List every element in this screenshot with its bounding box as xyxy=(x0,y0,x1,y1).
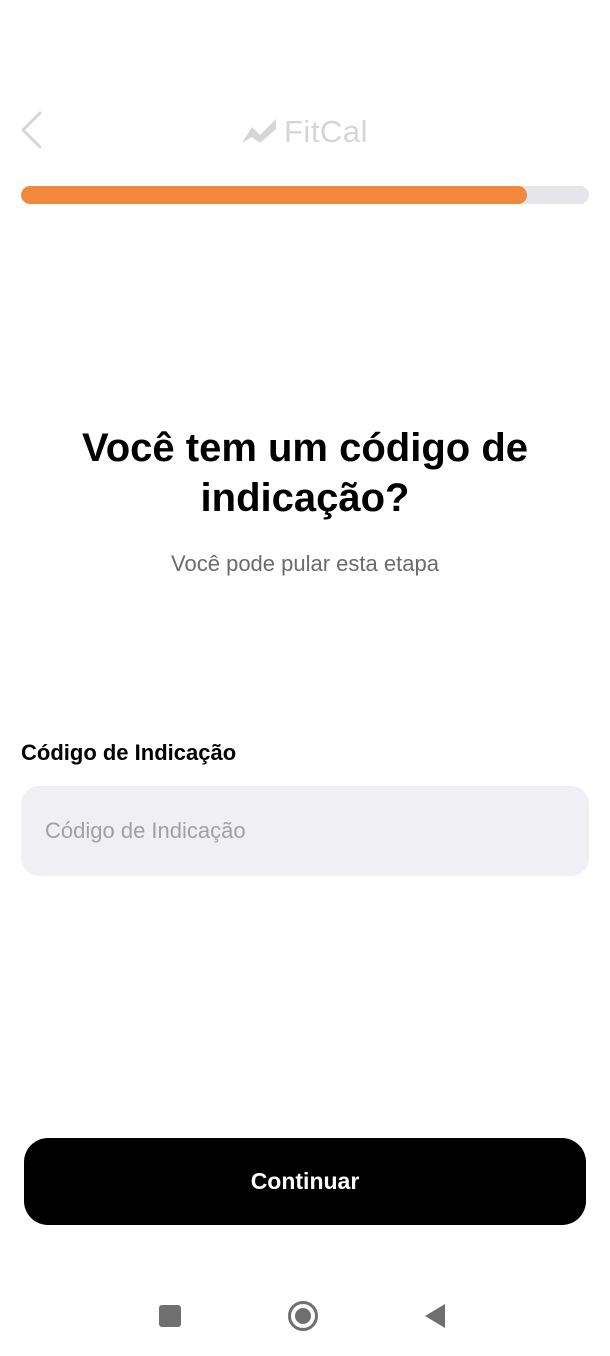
triangle-left-icon xyxy=(423,1303,447,1334)
progress-bar xyxy=(21,186,589,204)
continue-button[interactable]: Continuar xyxy=(24,1138,586,1225)
referral-code-input[interactable] xyxy=(21,786,589,876)
progress-fill xyxy=(21,186,527,204)
app-logo: FitCal xyxy=(240,112,368,152)
recents-button[interactable] xyxy=(142,1290,198,1346)
page-subtitle: Você pode pular esta etapa xyxy=(171,551,439,576)
back-button[interactable] xyxy=(18,108,58,156)
logo-text: FitCal xyxy=(284,114,368,149)
square-icon xyxy=(158,1304,182,1333)
home-button[interactable] xyxy=(275,1290,331,1346)
system-navigation-bar xyxy=(0,1290,610,1346)
referral-code-label: Código de Indicação xyxy=(21,740,237,765)
page-title: Você tem um código de indicação? xyxy=(82,426,528,520)
system-back-button[interactable] xyxy=(407,1290,463,1346)
chevron-left-icon xyxy=(18,110,42,155)
circle-icon xyxy=(287,1300,319,1337)
trend-line-icon xyxy=(240,115,278,150)
